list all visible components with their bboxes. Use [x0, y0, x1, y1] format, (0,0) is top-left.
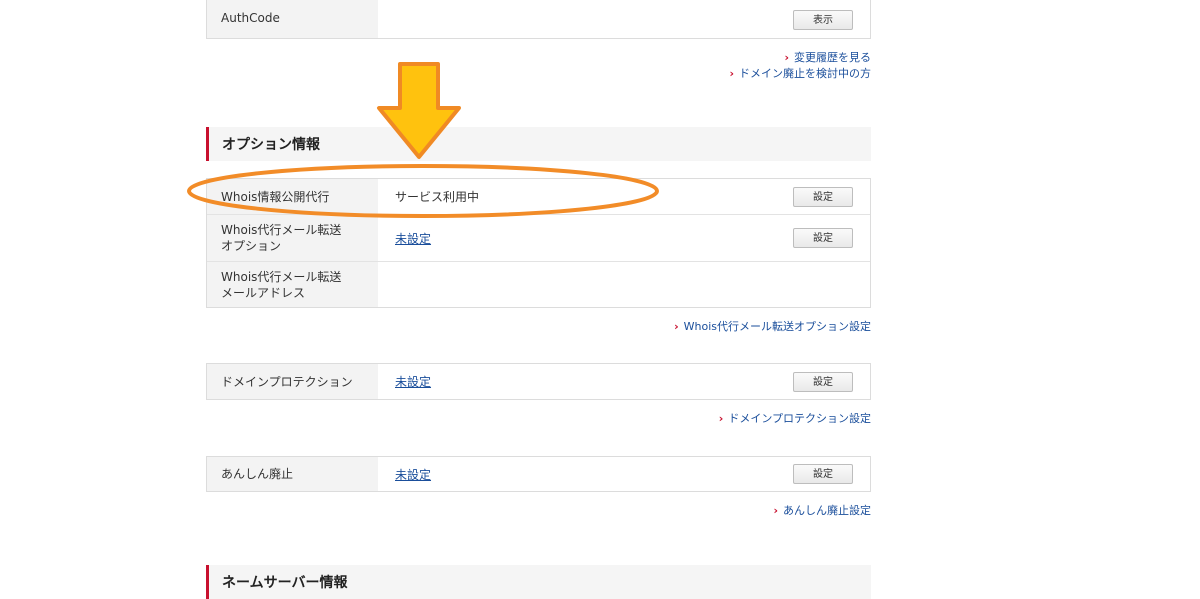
whois-forward-option-label: Whois代行メール転送 オプション — [207, 215, 378, 261]
nameserver-section-title: ネームサーバー情報 — [222, 575, 348, 591]
protection-table: ドメインプロテクション 未設定 設定 — [206, 363, 871, 400]
protection-row: ドメインプロテクション 未設定 設定 — [207, 364, 870, 399]
history-link[interactable]: › 変更履歴を見る — [784, 49, 871, 65]
chevron-right-icon: › — [773, 504, 778, 517]
whois-forward-option-settings-button[interactable]: 設定 — [793, 228, 853, 248]
nameserver-section-header: ネームサーバー情報 — [206, 565, 871, 599]
option-section-header: オプション情報 — [206, 127, 871, 161]
chevron-right-icon: › — [729, 67, 734, 80]
whois-table: Whois情報公開代行 サービス利用中 設定 Whois代行メール転送 オプショ… — [206, 178, 871, 308]
protection-label: ドメインプロテクション — [207, 364, 378, 399]
chevron-right-icon: › — [784, 51, 789, 64]
anshin-settings-button[interactable]: 設定 — [793, 464, 853, 484]
authcode-show-button[interactable]: 表示 — [793, 10, 853, 30]
authcode-row: AuthCode 表示 — [207, 0, 870, 38]
chevron-right-icon: › — [674, 320, 679, 333]
anshin-settings-link[interactable]: › あんしん廃止設定 — [773, 502, 871, 518]
anshin-table: あんしん廃止 未設定 設定 — [206, 456, 871, 492]
option-section-title: オプション情報 — [222, 137, 320, 153]
whois-privacy-settings-button[interactable]: 設定 — [793, 187, 853, 207]
whois-privacy-row: Whois情報公開代行 サービス利用中 設定 — [207, 179, 870, 214]
protection-settings-button[interactable]: 設定 — [793, 372, 853, 392]
protection-settings-link[interactable]: › ドメインプロテクション設定 — [719, 410, 871, 426]
whois-forward-option-row: Whois代行メール転送 オプション 未設定 設定 — [207, 214, 870, 261]
anshin-unset-link[interactable]: 未設定 — [395, 466, 431, 483]
authcode-label: AuthCode — [207, 0, 378, 38]
whois-forward-email-label: Whois代行メール転送 メールアドレス — [207, 262, 378, 307]
whois-forward-settings-link[interactable]: › Whois代行メール転送オプション設定 — [674, 318, 871, 334]
domain-abandon-link[interactable]: › ドメイン廃止を検討中の方 — [729, 65, 871, 81]
anshin-row: あんしん廃止 未設定 設定 — [207, 457, 870, 491]
whois-forward-email-value — [378, 262, 870, 307]
protection-unset-link[interactable]: 未設定 — [395, 373, 431, 390]
whois-forward-email-row: Whois代行メール転送 メールアドレス — [207, 261, 870, 307]
whois-privacy-label: Whois情報公開代行 — [207, 179, 378, 214]
chevron-right-icon: › — [718, 412, 724, 425]
authcode-table: AuthCode 表示 — [206, 0, 871, 39]
whois-forward-option-unset-link[interactable]: 未設定 — [395, 230, 431, 247]
anshin-label: あんしん廃止 — [207, 457, 378, 491]
